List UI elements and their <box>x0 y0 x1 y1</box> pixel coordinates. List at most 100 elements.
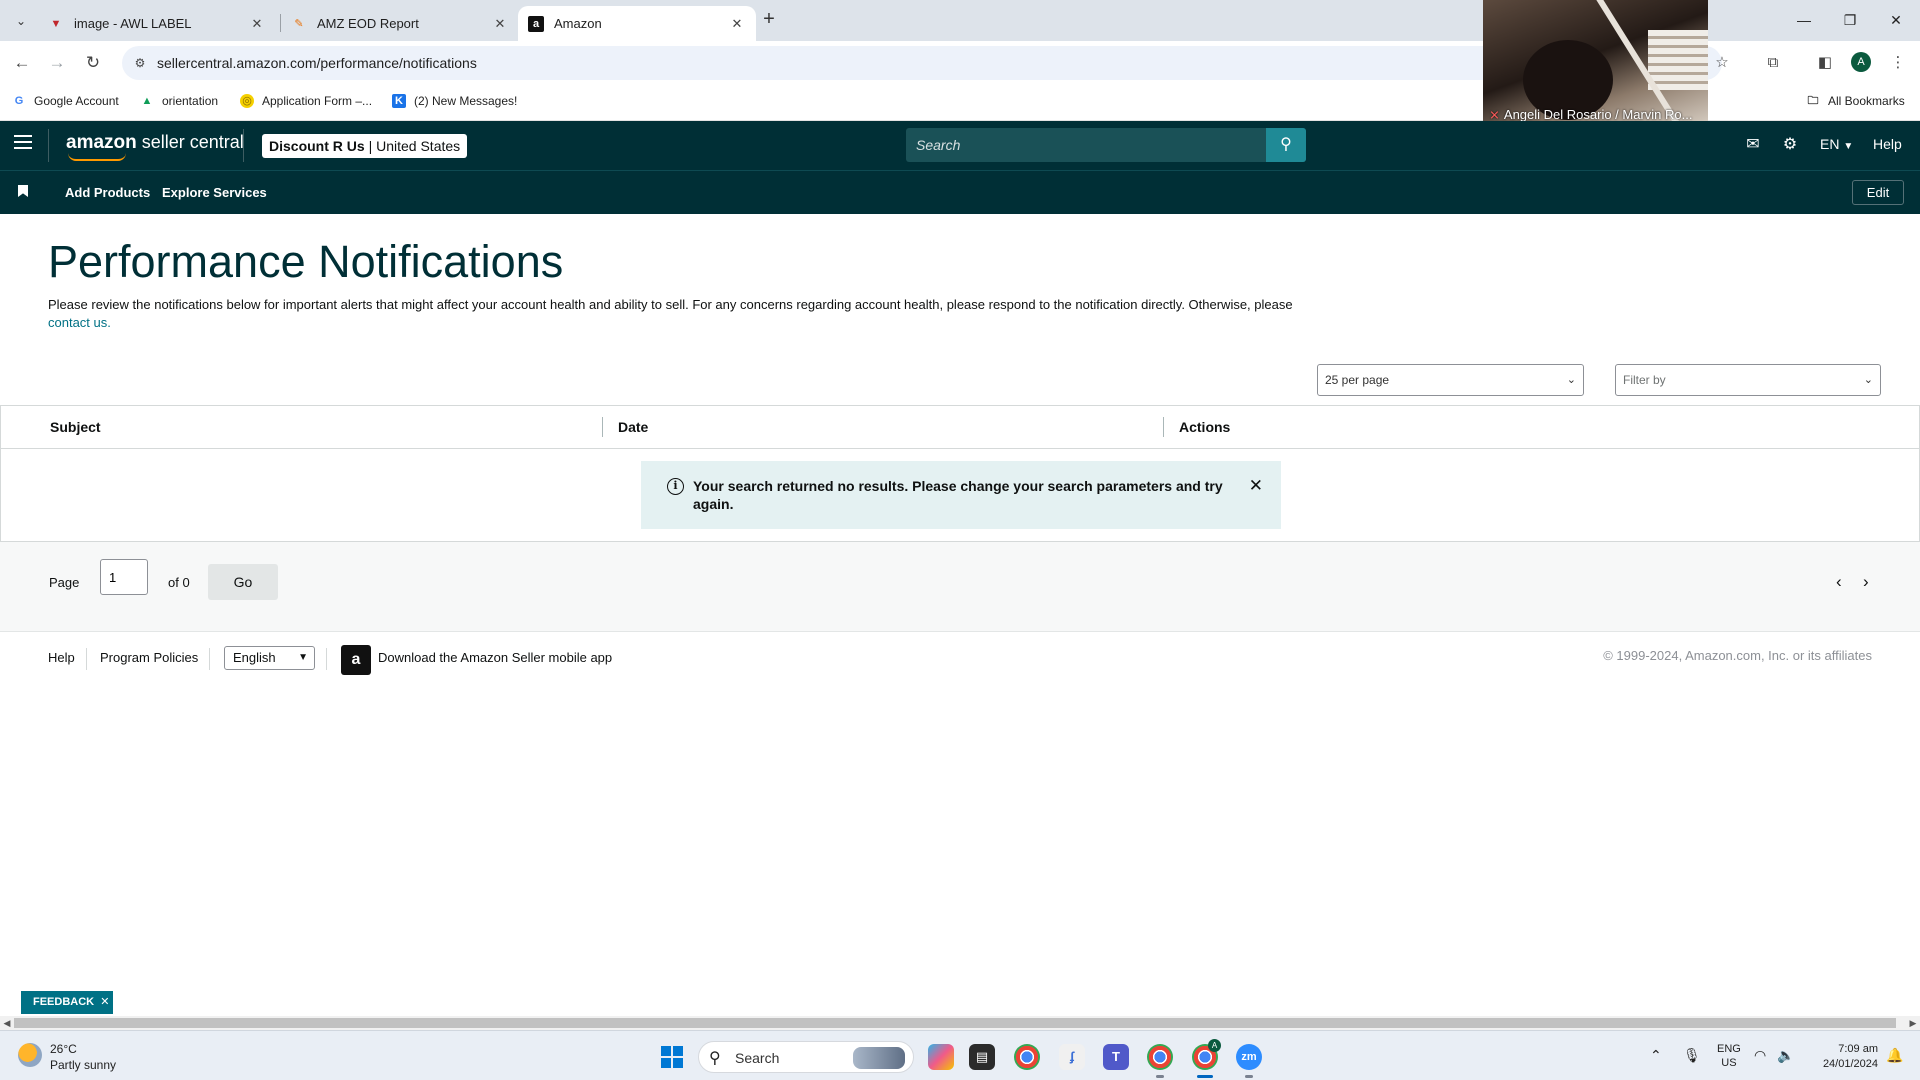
page-number-input[interactable] <box>100 559 148 595</box>
folder-icon: 🗀 <box>1807 95 1819 107</box>
logo-seller-central: seller central <box>141 132 244 152</box>
footer-divider <box>86 648 87 670</box>
go-button[interactable]: Go <box>208 564 278 600</box>
page-footer: Help Program Policies English ▼ a Downlo… <box>0 632 1920 686</box>
tab-awl-label[interactable]: ▼ image - AWL LABEL ✕ <box>38 6 276 41</box>
close-tab-icon[interactable]: ✕ <box>491 15 509 33</box>
settings-gear-icon[interactable]: ⚙ <box>1779 134 1801 156</box>
per-page-select[interactable]: 25 per page ⌄ <box>1317 364 1584 396</box>
show-hidden-icons-icon[interactable]: ⌃ <box>1650 1047 1662 1064</box>
language-selector[interactable]: EN ▼ <box>1820 136 1853 152</box>
side-panel-icon[interactable]: ◧ <box>1812 50 1838 76</box>
scrollbar-thumb[interactable] <box>14 1018 1896 1028</box>
taskbar-search[interactable]: ⚲ Search <box>698 1041 914 1073</box>
running-indicator <box>1156 1075 1164 1078</box>
drive-icon: ▲ <box>141 95 153 107</box>
input-language[interactable]: ENG US <box>1717 1042 1741 1070</box>
extensions-icon[interactable]: ⧉ <box>1760 50 1786 76</box>
account-region: United States <box>376 138 461 154</box>
notification-bell-icon[interactable]: 🔔 <box>1886 1047 1903 1064</box>
file-explorer-icon[interactable]: ▤ <box>969 1044 995 1070</box>
edit-nav-button[interactable]: Edit <box>1852 180 1904 205</box>
video-call-overlay[interactable]: ⨯ Angeli Del Rosario / Marvin Ro... <box>1483 0 1708 127</box>
bookmark-google-account[interactable]: G Google Account <box>12 94 119 108</box>
forward-icon[interactable]: → <box>44 50 70 76</box>
weather-description[interactable]: Partly sunny <box>50 1058 116 1072</box>
footer-help-link[interactable]: Help <box>48 650 75 665</box>
zoom-icon[interactable]: zm <box>1236 1044 1262 1070</box>
column-actions: Actions <box>1179 419 1231 435</box>
seller-central-logo[interactable]: amazon seller central <box>66 132 244 161</box>
caret-down-icon: ▼ <box>1843 141 1854 152</box>
account-switcher[interactable]: Discount R Us | United States <box>262 134 468 158</box>
feedback-button[interactable]: FEEDBACK ✕ <box>21 991 113 1014</box>
back-icon[interactable]: ← <box>9 50 35 76</box>
bookmark-label: Application Form –... <box>262 94 373 108</box>
partly-sunny-icon[interactable] <box>18 1043 42 1067</box>
amazon-smile-icon <box>68 153 126 161</box>
bookmark-new-messages[interactable]: K (2) New Messages! <box>392 94 517 108</box>
tab-title: image - AWL LABEL <box>74 16 192 31</box>
scroll-left-icon[interactable]: ◀ <box>0 1016 14 1030</box>
chevron-down-icon: ⌄ <box>1863 374 1873 386</box>
tab-amz-eod-report[interactable]: ✎ AMZ EOD Report ✕ <box>281 6 519 41</box>
minimize-icon[interactable]: — <box>1781 0 1827 41</box>
app-icon[interactable]: ʄ <box>1059 1044 1085 1070</box>
close-tab-icon[interactable]: ✕ <box>728 15 746 33</box>
help-link[interactable]: Help <box>1873 136 1902 152</box>
column-subject[interactable]: Subject <box>50 419 101 435</box>
contact-us-link[interactable]: contact us. <box>48 315 111 330</box>
microphone-icon[interactable]: 🎙 <box>1683 1047 1701 1064</box>
nav-explore-services[interactable]: Explore Services <box>162 185 267 200</box>
copilot-icon[interactable] <box>928 1044 954 1070</box>
close-window-icon[interactable]: ✕ <box>1873 0 1919 41</box>
mail-icon[interactable]: ✉ <box>1742 134 1764 156</box>
site-info-icon[interactable]: ⚙ <box>132 55 148 71</box>
search-button[interactable]: ⚲ <box>1266 128 1306 162</box>
bookmark-icon[interactable] <box>18 185 28 197</box>
bookmark-application-form[interactable]: ◎ Application Form –... <box>240 94 372 108</box>
amazon-app-icon[interactable]: a <box>341 645 371 675</box>
reload-icon[interactable]: ↻ <box>80 50 106 76</box>
weather-temperature[interactable]: 26°C <box>50 1042 77 1056</box>
wifi-icon[interactable]: ◠ <box>1754 1047 1766 1064</box>
clock[interactable]: 7:09 am 24/01/2024 <box>1814 1042 1878 1072</box>
close-icon[interactable]: ✕ <box>100 996 109 1008</box>
scroll-right-icon[interactable]: ▶ <box>1906 1016 1920 1030</box>
column-date[interactable]: Date <box>618 419 648 435</box>
awl-logo-icon: ▼ <box>50 17 62 30</box>
chrome-profile-icon[interactable] <box>1147 1044 1173 1070</box>
bookmark-orientation[interactable]: ▲ orientation <box>140 94 219 108</box>
address-bar[interactable]: ⚙ sellercentral.amazon.com/performance/n… <box>122 46 1722 80</box>
next-page-icon[interactable]: › <box>1863 572 1869 592</box>
tab-search-icon[interactable]: ⌄ <box>10 10 32 32</box>
teams-icon[interactable]: T <box>1103 1044 1129 1070</box>
horizontal-scrollbar[interactable]: ◀ ▶ <box>0 1016 1920 1030</box>
menu-kebab-icon[interactable]: ⋮ <box>1885 50 1911 76</box>
windows-start-icon[interactable] <box>661 1046 683 1068</box>
volume-icon[interactable]: 🔈 <box>1777 1047 1794 1064</box>
logo-amazon: amazon <box>66 132 137 153</box>
restore-icon[interactable]: ❐ <box>1827 0 1873 41</box>
close-icon[interactable]: ✕ <box>1249 476 1263 496</box>
close-tab-icon[interactable]: ✕ <box>248 15 266 33</box>
tab-amazon[interactable]: a Amazon ✕ <box>518 6 756 41</box>
info-icon: i <box>667 478 684 495</box>
download-app-link[interactable]: Download the Amazon Seller mobile app <box>378 650 612 665</box>
footer-program-policies-link[interactable]: Program Policies <box>100 650 198 665</box>
search-input[interactable]: Search <box>916 137 960 153</box>
active-indicator <box>1197 1075 1213 1078</box>
profile-avatar[interactable]: A <box>1851 52 1871 72</box>
footer-language-select[interactable]: English ▼ <box>224 646 315 670</box>
windows-taskbar: 26°C Partly sunny ⚲ Search ▤ ʄ T A zm ⌃ … <box>0 1030 1920 1080</box>
new-tab-icon[interactable]: + <box>758 9 780 31</box>
chrome-icon[interactable] <box>1014 1044 1040 1070</box>
filter-select[interactable]: Filter by ⌄ <box>1615 364 1881 396</box>
hamburger-menu-icon[interactable] <box>14 135 32 153</box>
nav-add-products[interactable]: Add Products <box>65 185 150 200</box>
all-bookmarks[interactable]: 🗀 All Bookmarks <box>1806 94 1905 108</box>
footer-language-value: English <box>233 650 276 665</box>
form-icon: ◎ <box>240 94 254 108</box>
previous-page-icon[interactable]: ‹ <box>1836 572 1842 592</box>
bookmark-star-icon[interactable]: ☆ <box>1709 50 1735 76</box>
